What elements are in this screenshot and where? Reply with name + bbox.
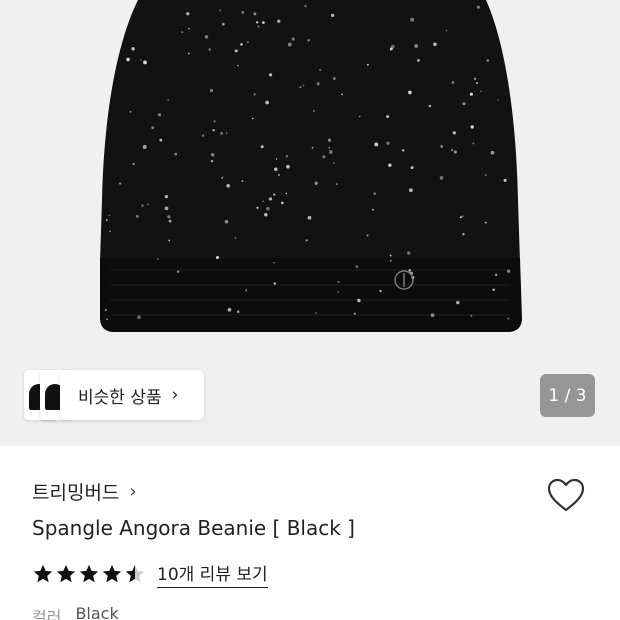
color-option-row: 컬러 Black: [32, 604, 119, 620]
review-link[interactable]: 10개 리뷰 보기: [157, 560, 268, 588]
similar-products-label: 비슷한 상품: [78, 387, 162, 408]
chevron-right-icon: ›: [129, 481, 137, 502]
image-pager-indicator: 1 / 3: [540, 374, 595, 417]
product-image-gallery[interactable]: 비슷한 상품 › 1 / 3: [0, 0, 620, 446]
heart-icon[interactable]: [546, 476, 586, 516]
rating-row: 10개 리뷰 보기: [32, 560, 268, 588]
similar-products-button[interactable]: 비슷한 상품 ›: [24, 370, 204, 420]
star-rating: [32, 563, 147, 585]
brand-name: 트리밍버드: [32, 482, 120, 504]
color-value: Black: [75, 604, 119, 620]
star-icon: [79, 564, 99, 583]
color-label: 컬러: [32, 608, 62, 620]
half-star-icon: [125, 564, 145, 583]
star-icon: [56, 564, 76, 583]
chevron-right-icon: ›: [171, 385, 179, 405]
brand-link[interactable]: 트리밍버드 ›: [32, 478, 137, 505]
star-icon: [102, 564, 122, 583]
star-icon: [33, 564, 53, 583]
product-title: Spangle Angora Beanie [ Black ]: [32, 516, 355, 540]
